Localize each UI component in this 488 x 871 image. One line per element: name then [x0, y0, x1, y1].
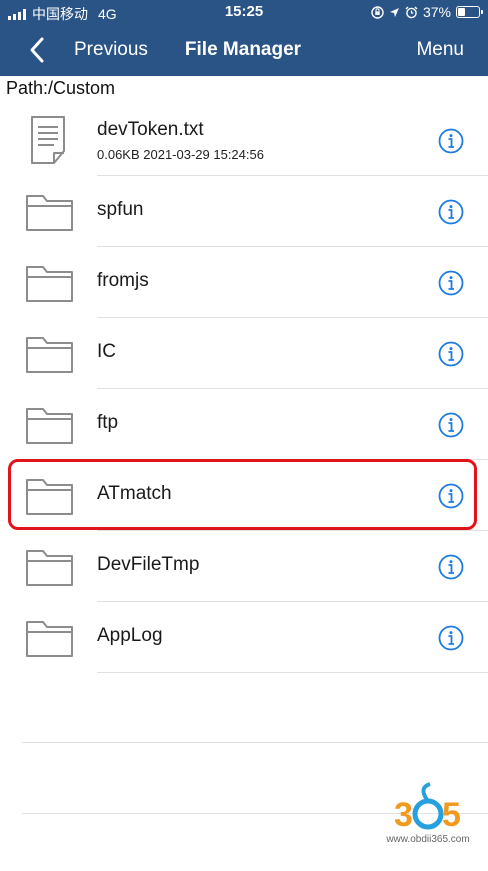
- folder-icon: [24, 186, 76, 238]
- folder-icon: [24, 399, 76, 451]
- item-name: devToken.txt: [97, 119, 204, 140]
- svg-text:3: 3: [394, 796, 413, 834]
- info-icon[interactable]: [438, 554, 464, 580]
- folder-row[interactable]: IC: [0, 318, 488, 389]
- menu-button[interactable]: Menu: [416, 39, 464, 61]
- info-icon[interactable]: [438, 483, 464, 509]
- back-chevron-icon[interactable]: [26, 36, 50, 64]
- info-icon[interactable]: [438, 625, 464, 651]
- file-list: devToken.txt 0.06KB 2021-03-29 15:24:56 s…: [0, 105, 488, 673]
- folder-row[interactable]: ATmatch: [0, 460, 488, 531]
- battery-percent: 37%: [422, 4, 451, 20]
- info-icon[interactable]: [438, 270, 464, 296]
- folder-icon: [24, 470, 76, 522]
- svg-text:5: 5: [442, 796, 461, 834]
- item-name: fromjs: [97, 270, 149, 291]
- folder-row[interactable]: AppLog: [0, 602, 488, 673]
- watermark-url: www.obdii365.com: [386, 834, 470, 845]
- item-name: ATmatch: [97, 483, 172, 504]
- screen-lock-icon: [371, 5, 384, 19]
- file-details: 0.06KB 2021-03-29 15:24:56: [97, 147, 264, 162]
- status-right: 37%: [371, 4, 483, 20]
- navigation-bar: Previous File Manager Menu: [0, 26, 488, 76]
- item-name: spfun: [97, 199, 144, 220]
- row-divider: [97, 672, 488, 673]
- folder-icon: [24, 541, 76, 593]
- alarm-icon: [405, 6, 418, 18]
- folder-icon: [24, 612, 76, 664]
- item-name: DevFileTmp: [97, 554, 200, 575]
- list-divider: [22, 742, 488, 743]
- folder-icon: [24, 328, 76, 380]
- current-path: Path:/Custom: [6, 78, 116, 98]
- folder-row[interactable]: DevFileTmp: [0, 531, 488, 602]
- document-icon: [24, 115, 76, 167]
- file-row[interactable]: devToken.txt 0.06KB 2021-03-29 15:24:56: [0, 105, 488, 176]
- status-bar: 中国移动 4G 15:25 37%: [0, 0, 488, 26]
- folder-icon: [24, 257, 76, 309]
- previous-button[interactable]: Previous: [74, 39, 148, 61]
- folder-row[interactable]: spfun: [0, 176, 488, 247]
- info-icon[interactable]: [438, 128, 464, 154]
- folder-row[interactable]: ftp: [0, 389, 488, 460]
- battery-icon: [456, 6, 483, 18]
- page-title: File Manager: [184, 39, 302, 60]
- item-name: IC: [97, 341, 116, 362]
- info-icon[interactable]: [438, 199, 464, 225]
- app-header: 中国移动 4G 15:25 37% Previous File Manager …: [0, 0, 488, 76]
- info-icon[interactable]: [438, 412, 464, 438]
- info-icon[interactable]: [438, 341, 464, 367]
- item-name: ftp: [97, 412, 119, 433]
- location-icon: [389, 7, 399, 17]
- item-name: AppLog: [97, 625, 163, 646]
- folder-row[interactable]: fromjs: [0, 247, 488, 318]
